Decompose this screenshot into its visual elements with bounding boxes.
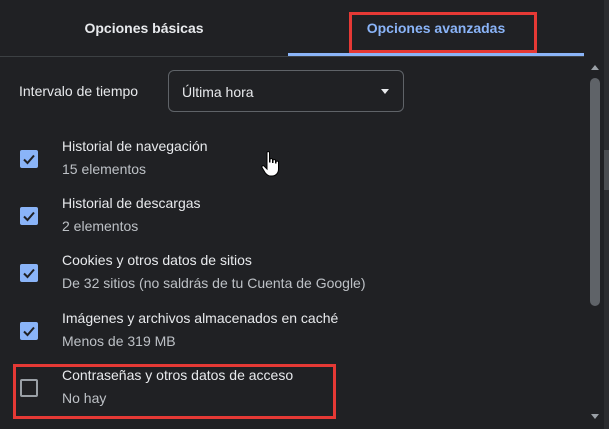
checkbox-browsing-history[interactable]: [20, 150, 38, 168]
checkbox-cached-images[interactable]: [20, 322, 38, 340]
window-edge-mark: [604, 150, 609, 190]
time-range-row: Intervalo de tiempo Última hora: [0, 70, 584, 114]
option-title: Imágenes y archivos almacenados en caché: [62, 310, 339, 326]
checkbox-cookies[interactable]: [20, 264, 38, 282]
option-title: Cookies y otros datos de sitios: [62, 252, 252, 268]
checkbox-passwords[interactable]: [20, 379, 38, 397]
option-title: Contraseñas y otros datos de acceso: [62, 367, 294, 383]
chevron-down-icon: [381, 89, 389, 94]
check-icon: [23, 154, 35, 165]
scroll-down-icon[interactable]: [591, 414, 599, 419]
scroll-up-icon[interactable]: [591, 65, 599, 70]
option-subtitle: No hay: [62, 390, 107, 406]
scroll-thumb[interactable]: [590, 78, 600, 306]
clear-browsing-data-dialog: Opciones básicas Opciones avanzadas Inte…: [0, 0, 609, 429]
time-range-label: Intervalo de tiempo: [19, 83, 139, 99]
tab-bar: Opciones básicas Opciones avanzadas: [0, 0, 584, 57]
option-subtitle: Menos de 319 MB: [62, 333, 176, 349]
option-browsing-history[interactable]: Historial de navegación 15 elementos: [0, 138, 584, 188]
option-download-history[interactable]: Historial de descargas 2 elementos: [0, 195, 584, 245]
time-range-select[interactable]: Última hora: [168, 70, 404, 112]
time-range-value: Última hora: [182, 84, 254, 100]
check-icon: [23, 326, 35, 337]
option-passwords[interactable]: Contraseñas y otros datos de acceso No h…: [0, 367, 584, 417]
tab-advanced-options[interactable]: Opciones avanzadas: [288, 0, 584, 56]
option-cookies[interactable]: Cookies y otros datos de sitios De 32 si…: [0, 252, 584, 302]
scrollbar[interactable]: [586, 56, 604, 429]
active-tab-indicator: [288, 53, 584, 56]
window-edge: [604, 0, 609, 429]
check-icon: [23, 211, 35, 222]
option-title: Historial de navegación: [62, 138, 208, 154]
tab-basic-options[interactable]: Opciones básicas: [0, 0, 288, 56]
option-cached-images[interactable]: Imágenes y archivos almacenados en caché…: [0, 310, 584, 360]
option-subtitle: 2 elementos: [62, 218, 139, 234]
option-subtitle: 15 elementos: [62, 161, 147, 177]
option-title: Historial de descargas: [62, 195, 201, 211]
checkbox-download-history[interactable]: [20, 207, 38, 225]
check-icon: [23, 268, 35, 279]
option-subtitle: De 32 sitios (no saldrás de tu Cuenta de…: [62, 275, 366, 291]
